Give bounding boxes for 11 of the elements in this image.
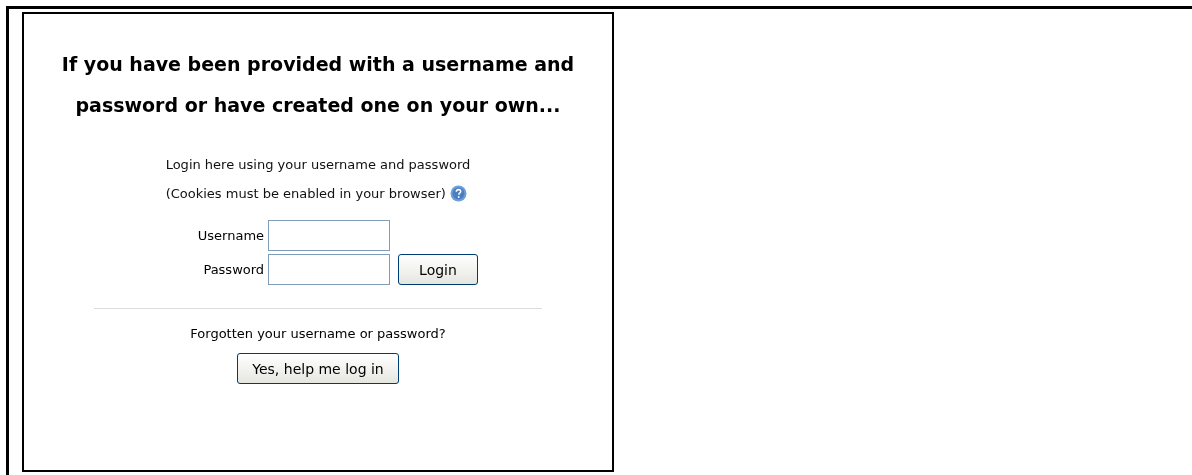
input-field[interactable]	[268, 254, 391, 285]
heading: If you have been provided with a username and password or have created one on your own...	[60, 52, 576, 118]
field-label: Password	[202, 262, 265, 277]
forgot-text: Forgotten your username or password?	[190, 326, 446, 341]
cookie-note: (Cookies must be enabled in your browser)	[165, 185, 446, 203]
login-button[interactable]: Login	[398, 254, 478, 285]
help-icon[interactable]	[449, 185, 467, 202]
help-button[interactable]: Yes, help me log in	[237, 353, 399, 384]
intro-text: Login here using your username and password	[165, 156, 471, 174]
field-label: Username	[196, 228, 265, 243]
input-field[interactable]	[268, 220, 391, 251]
